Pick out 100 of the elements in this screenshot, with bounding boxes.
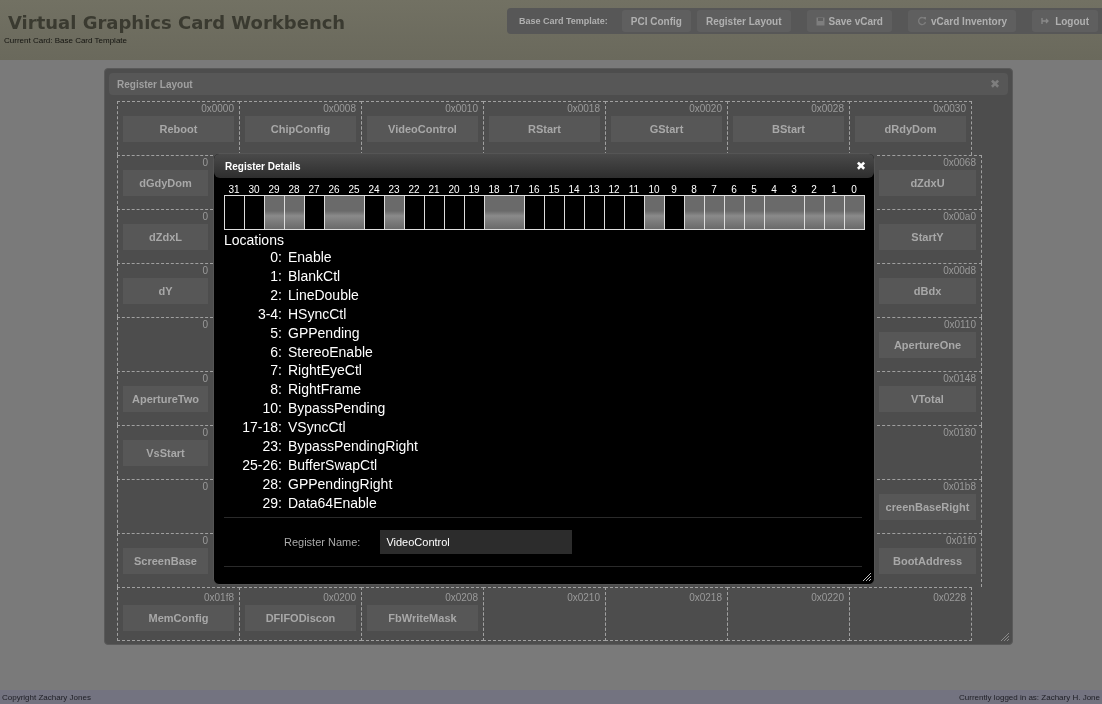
bit-cell[interactable] <box>844 195 865 230</box>
register-button[interactable]: Reboot <box>123 116 234 142</box>
register-button[interactable]: dRdyDom <box>855 116 966 142</box>
register-button[interactable]: dGdyDom <box>123 170 208 196</box>
nav-button[interactable]: Save vCard <box>806 10 892 32</box>
bit-cell[interactable] <box>704 195 725 230</box>
bit-cell[interactable] <box>484 195 525 230</box>
bit-cell[interactable] <box>444 195 465 230</box>
register-address: 0x0110 <box>942 319 976 330</box>
register-address: 0x00a0 <box>942 211 976 222</box>
bit-range: 6: <box>269 342 282 362</box>
field-name: LineDouble <box>288 285 360 305</box>
bit-number: 8 <box>690 184 698 195</box>
bit-range: 10: <box>261 399 282 419</box>
register-button[interactable]: ScreenBase <box>123 548 208 574</box>
field-name: Enable <box>288 248 333 267</box>
bit-cell[interactable] <box>264 195 285 230</box>
register-button[interactable]: dY <box>123 278 208 304</box>
register-button[interactable]: MemConfig <box>123 605 234 631</box>
bit-range: 25-26: <box>241 455 282 475</box>
register-button[interactable]: ChipConfig <box>245 116 356 142</box>
resize-grip-icon[interactable] <box>1000 632 1010 642</box>
register-address: 0x0208 <box>444 592 478 603</box>
register-address: 0x0018 <box>566 103 600 114</box>
register-button[interactable]: dZdxU <box>879 170 976 196</box>
bit-cell[interactable] <box>324 195 365 230</box>
bit-cell[interactable] <box>644 195 665 230</box>
nav-button[interactable]: PCI Config <box>621 10 691 32</box>
bit-cell[interactable] <box>724 195 745 230</box>
register-button[interactable]: BootAddress <box>879 548 976 574</box>
bit-range: 5: <box>269 323 282 343</box>
register-button[interactable]: BStart <box>733 116 844 142</box>
bit-cell[interactable] <box>604 195 625 230</box>
locations-heading: Locations <box>224 232 285 248</box>
register-address: 0 <box>201 319 208 330</box>
bit-number: 2 <box>810 184 818 195</box>
register-button[interactable]: dBdx <box>879 278 976 304</box>
bit-range: 3-4: <box>256 304 282 324</box>
register-button[interactable]: DFIFODiscon <box>245 605 356 631</box>
nav-button[interactable]: Register Layout <box>696 10 791 32</box>
register-button[interactable]: FbWriteMask <box>367 605 478 631</box>
register-button[interactable]: GStart <box>611 116 722 142</box>
resize-grip-icon[interactable] <box>862 572 872 582</box>
refresh-icon <box>917 16 927 26</box>
register-button[interactable]: dZdxL <box>123 224 208 250</box>
bit-number: 11 <box>627 184 641 195</box>
bit-cell[interactable] <box>624 195 645 230</box>
field-name: GPPending <box>288 323 361 343</box>
bit-cell[interactable] <box>384 195 405 230</box>
bit-cell[interactable] <box>764 195 805 230</box>
register-name-field[interactable]: VideoControl <box>380 529 573 554</box>
bit-cell[interactable] <box>684 195 705 230</box>
bit-cell[interactable] <box>744 195 765 230</box>
register-button[interactable]: StartY <box>879 224 976 250</box>
bit-range: 17-18: <box>241 418 282 438</box>
bit-range: 28: <box>261 474 282 494</box>
bit-cell[interactable] <box>224 195 245 230</box>
close-button[interactable]: ✖ <box>990 77 1000 91</box>
bit-cell[interactable] <box>584 195 605 230</box>
field-name: BypassPendingRight <box>288 437 419 456</box>
register-button[interactable]: RStart <box>489 116 600 142</box>
register-button[interactable]: creenBaseRight <box>879 494 976 520</box>
bit-range: 23: <box>261 437 282 456</box>
register-button[interactable]: VTotal <box>879 386 976 412</box>
bit-number: 30 <box>247 184 261 195</box>
register-button[interactable]: ApertureOne <box>879 332 976 358</box>
bit-number: 14 <box>567 184 581 195</box>
bit-cell[interactable] <box>364 195 385 230</box>
bit-cell[interactable] <box>664 195 685 230</box>
bit-cell[interactable] <box>304 195 325 230</box>
bit-cell[interactable] <box>824 195 845 230</box>
bit-cell[interactable] <box>544 195 565 230</box>
register-address: 0 <box>201 535 208 546</box>
register-address: 0x0200 <box>322 592 356 603</box>
bit-cell[interactable] <box>804 195 825 230</box>
register-button[interactable]: VsStart <box>123 440 208 466</box>
floppy-icon <box>815 16 825 26</box>
bit-cell[interactable] <box>284 195 305 230</box>
register-address: 0 <box>201 373 208 384</box>
register-address: 0x01f0 <box>944 535 976 546</box>
bit-cell[interactable] <box>564 195 585 230</box>
close-button[interactable]: ✖ <box>856 159 866 173</box>
bit-cell[interactable] <box>424 195 445 230</box>
bit-number: 23 <box>387 184 401 195</box>
register-button[interactable]: ApertureTwo <box>123 386 208 412</box>
nav-button[interactable]: vCard Inventory <box>908 10 1017 32</box>
register-address: 0x0068 <box>942 157 976 168</box>
register-address: 0 <box>201 481 208 492</box>
register-address: 0x0020 <box>688 103 722 114</box>
nav-button[interactable]: Logout <box>1032 10 1098 32</box>
register-address: 0x01b8 <box>942 481 976 492</box>
bit-number: 10 <box>647 184 661 195</box>
bit-range: 2: <box>269 285 282 305</box>
register-address: 0x0028 <box>810 103 844 114</box>
bit-cell[interactable] <box>244 195 265 230</box>
bit-cell[interactable] <box>524 195 545 230</box>
bit-cell[interactable] <box>464 195 485 230</box>
bit-cell[interactable] <box>404 195 425 230</box>
bit-number: 18 <box>487 184 501 195</box>
register-button[interactable]: VideoControl <box>367 116 478 142</box>
